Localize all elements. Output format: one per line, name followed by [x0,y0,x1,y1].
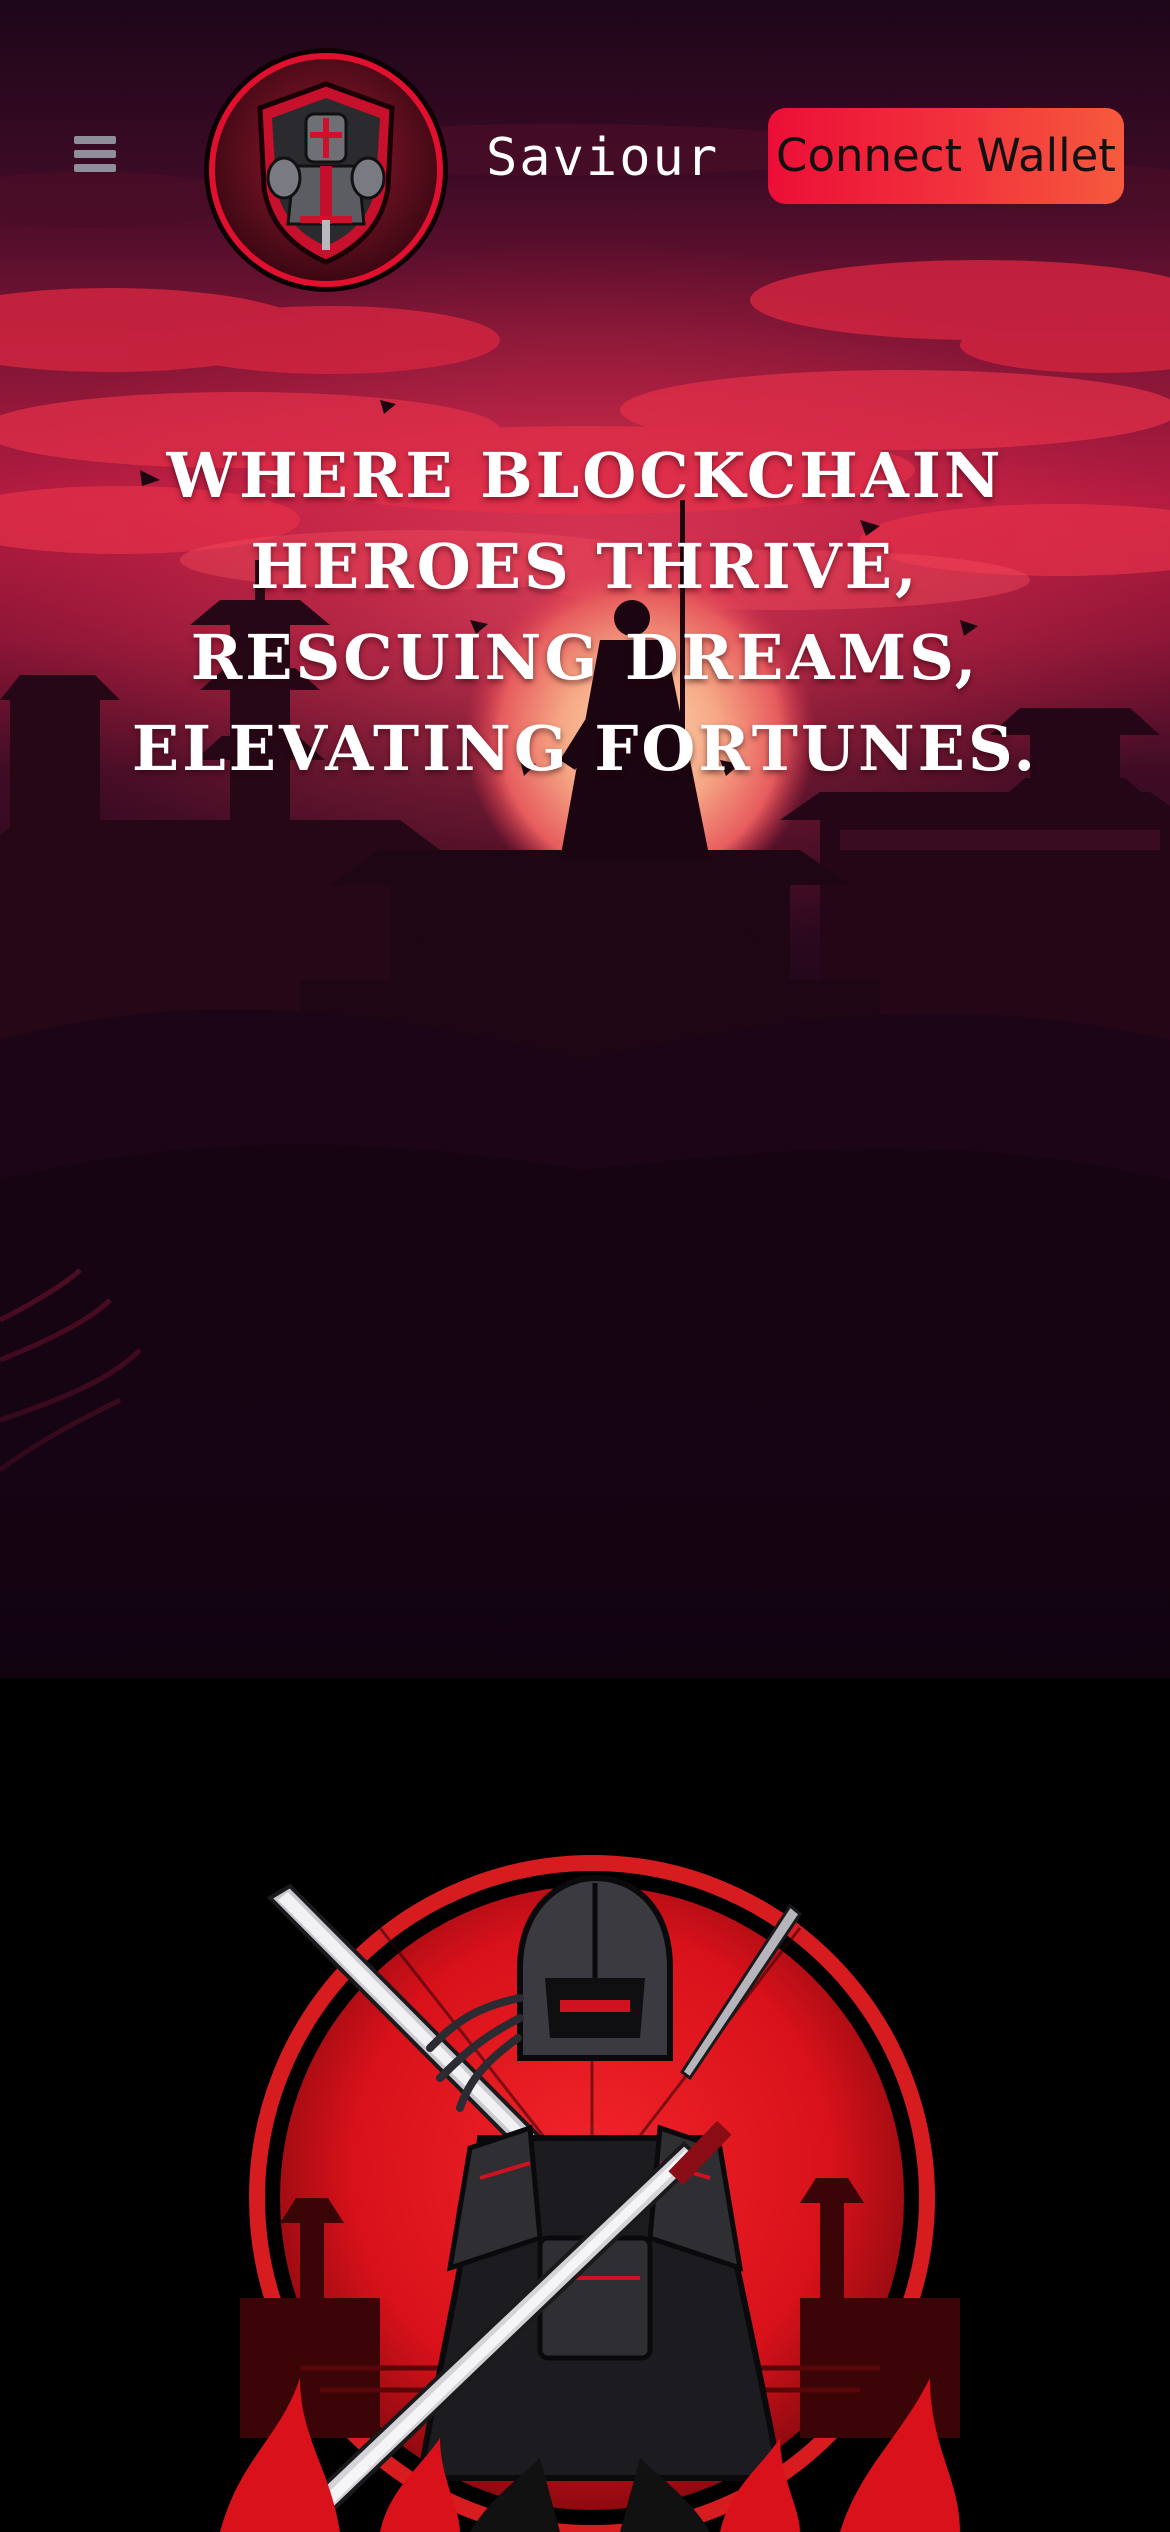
site-header: Saviour Connect Wallet [0,0,1170,320]
warrior-section [0,1678,1170,2532]
menu-bar [74,164,116,172]
menu-bar [74,136,116,144]
connect-wallet-button[interactable]: Connect Wallet [768,108,1124,204]
menu-bar [74,150,116,158]
hero-section: Saviour Connect Wallet Where Blockchain … [0,0,1170,1678]
hero-headline: Where Blockchain Heroes Thrive, Rescuing… [131,439,1039,785]
samurai-emblem-image [220,1855,960,2532]
brand-name: Saviour [486,128,720,188]
landing-page: Saviour Connect Wallet Where Blockchain … [0,0,1170,2532]
hamburger-menu-icon[interactable] [66,128,124,180]
knight-shield-logo[interactable] [204,48,448,292]
